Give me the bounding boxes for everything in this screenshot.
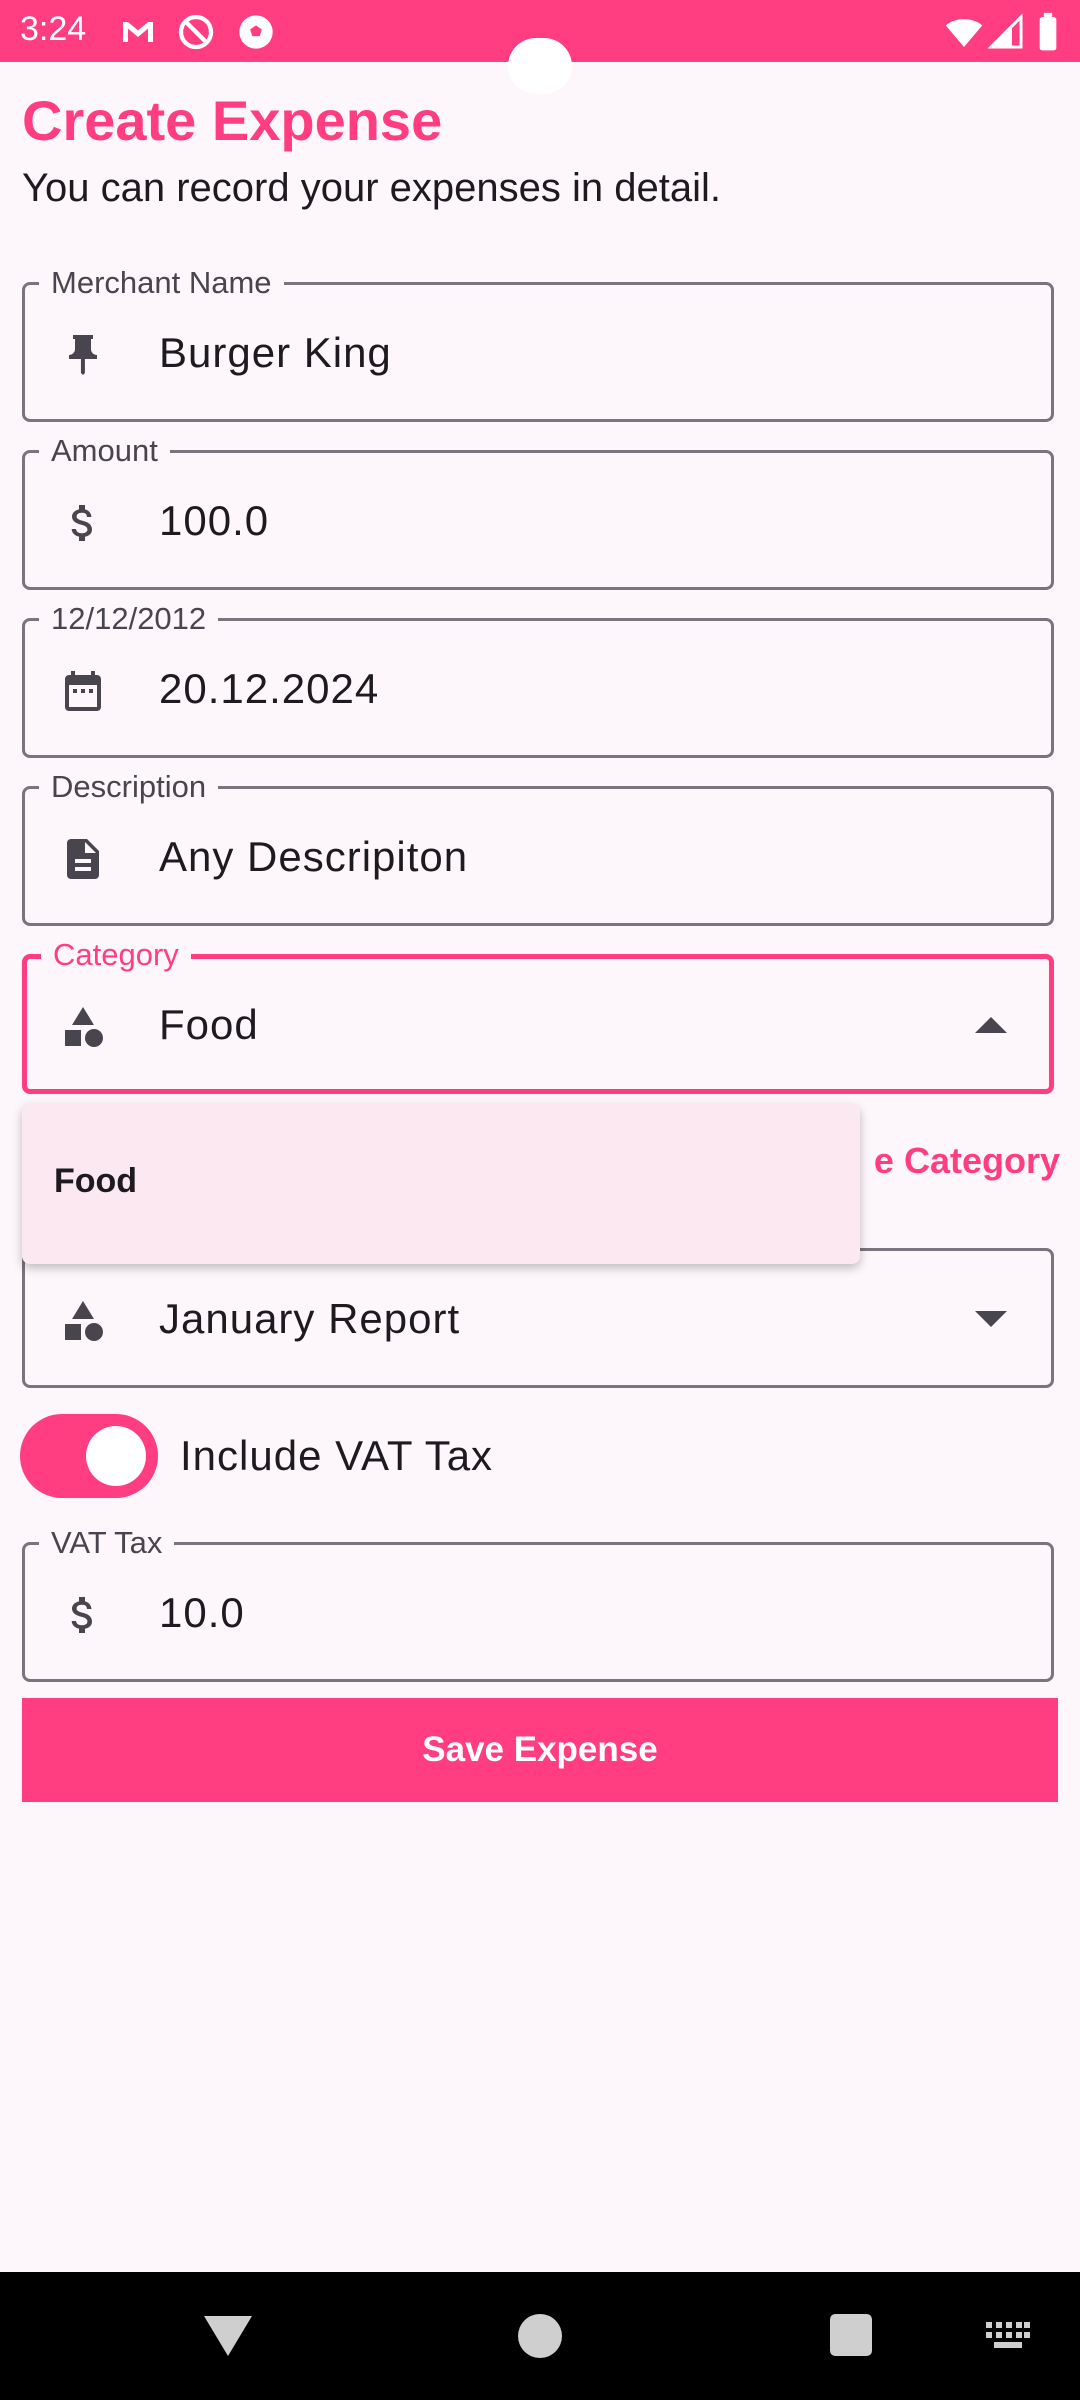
category-dropdown-menu: Food	[22, 1104, 860, 1264]
gmail-icon	[123, 22, 153, 42]
amount-input[interactable]: 100.0	[159, 497, 269, 545]
merchant-name-label: Merchant Name	[39, 265, 284, 301]
date-label: 12/12/2012	[39, 601, 219, 637]
include-vat-switch[interactable]	[20, 1414, 158, 1498]
report-dropdown[interactable]: January Report	[22, 1248, 1054, 1388]
vat-tax-label: VAT Tax	[39, 1525, 175, 1561]
document-icon	[67, 839, 99, 879]
back-icon[interactable]	[204, 2316, 252, 2356]
recents-icon[interactable]	[830, 2314, 872, 2356]
page-subtitle: You can record your expenses in detail.	[22, 166, 721, 210]
amount-field[interactable]: Amount 100.0	[22, 433, 1054, 590]
status-time: 3:24	[20, 10, 87, 48]
category-menu-item-food[interactable]: Food	[54, 1162, 137, 1201]
merchant-name-field[interactable]: Merchant Name Burger King	[22, 265, 1054, 422]
description-label: Description	[39, 769, 219, 805]
dollar-icon	[71, 1597, 92, 1633]
chevron-up-icon[interactable]	[975, 1013, 1007, 1037]
date-input[interactable]: 20.12.2024	[159, 665, 379, 713]
report-selected-value: January Report	[159, 1295, 461, 1342]
wifi-icon	[945, 19, 983, 47]
merchant-name-input[interactable]: Burger King	[159, 329, 392, 377]
battery-icon	[1039, 12, 1057, 51]
vat-tax-field[interactable]: VAT Tax 10.0	[22, 1525, 1054, 1682]
camera-cutout	[508, 38, 572, 94]
page-title: Create Expense	[22, 89, 443, 152]
chevron-down-icon[interactable]	[975, 1307, 1007, 1331]
keyboard-icon[interactable]	[986, 2322, 1030, 2350]
save-expense-button[interactable]: Save Expense	[22, 1698, 1058, 1802]
include-vat-label: Include VAT Tax	[180, 1432, 494, 1479]
calendar-icon	[65, 671, 101, 711]
category-icon	[65, 1301, 103, 1341]
home-icon[interactable]	[518, 2314, 562, 2358]
soccer-ball-icon	[239, 15, 273, 49]
vat-tax-input[interactable]: 10.0	[159, 1589, 245, 1637]
category-dropdown[interactable]: Category Food	[22, 937, 1054, 1094]
description-field[interactable]: Description Any Descripiton	[22, 769, 1054, 926]
date-field[interactable]: 12/12/2012 20.12.2024	[22, 601, 1054, 758]
navigation-bar	[0, 2272, 1080, 2400]
dollar-icon	[71, 505, 92, 541]
amount-label: Amount	[39, 433, 170, 469]
signal-icon	[988, 13, 1023, 49]
description-input[interactable]: Any Descripiton	[159, 833, 468, 881]
category-selected-value: Food	[159, 1001, 259, 1048]
category-label: Category	[41, 937, 191, 973]
pin-icon	[69, 335, 97, 375]
do-not-disturb-icon	[178, 14, 214, 50]
switch-thumb	[86, 1426, 146, 1486]
category-icon	[65, 1007, 103, 1047]
